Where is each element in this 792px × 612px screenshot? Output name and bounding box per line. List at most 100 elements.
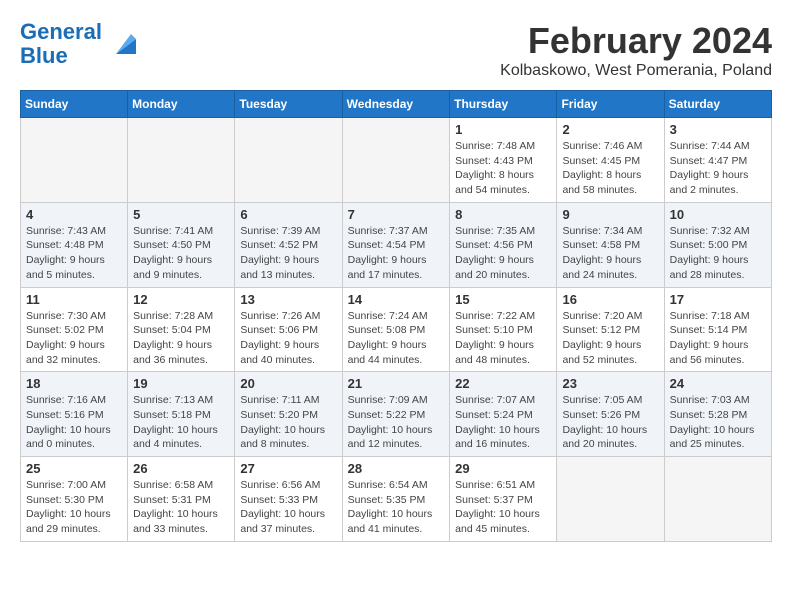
calendar-cell: 15 Sunrise: 7:22 AMSunset: 5:10 PMDayligh… (450, 287, 557, 372)
day-info: Sunrise: 7:44 AMSunset: 4:47 PMDaylight:… (670, 139, 766, 198)
day-info: Sunrise: 6:58 AMSunset: 5:31 PMDaylight:… (133, 478, 229, 537)
day-number: 20 (240, 376, 336, 391)
logo-general: General (20, 19, 102, 44)
calendar-cell: 8Sunrise: 7:35 AMSunset: 4:56 PMDaylight… (450, 202, 557, 287)
logo: General Blue (20, 20, 136, 68)
day-number: 25 (26, 461, 122, 476)
day-info: Sunrise: 7:07 AMSunset: 5:24 PMDaylight:… (455, 393, 551, 452)
column-header-monday: Monday (128, 91, 235, 118)
calendar-cell: 26Sunrise: 6:58 AMSunset: 5:31 PMDayligh… (128, 457, 235, 542)
calendar-week-row: 25 Sunrise: 7:00 AMSunset: 5:30 PMDayligh… (21, 457, 772, 542)
day-number: 12 (133, 292, 229, 307)
day-info: Sunrise: 7:30 AMSunset: 5:02 PMDaylight:… (26, 309, 122, 368)
day-number: 4 (26, 207, 122, 222)
calendar-cell: 16 Sunrise: 7:20 AMSunset: 5:12 PMDayligh… (557, 287, 664, 372)
day-number: 28 (348, 461, 445, 476)
logo-text: General Blue (20, 20, 102, 68)
main-title: February 2024 (500, 20, 772, 62)
day-info: Sunrise: 7:32 AMSunset: 5:00 PMDaylight:… (670, 224, 766, 283)
column-header-saturday: Saturday (664, 91, 771, 118)
calendar-cell: 7 Sunrise: 7:37 AMSunset: 4:54 PMDaylight… (342, 202, 450, 287)
day-number: 1 (455, 122, 551, 137)
day-number: 24 (670, 376, 766, 391)
day-info: Sunrise: 7:09 AMSunset: 5:22 PMDaylight:… (348, 393, 445, 452)
day-info: Sunrise: 7:11 AMSunset: 5:20 PMDaylight:… (240, 393, 336, 452)
calendar-header-row: SundayMondayTuesdayWednesdayThursdayFrid… (21, 91, 772, 118)
day-info: Sunrise: 7:35 AMSunset: 4:56 PMDaylight:… (455, 224, 551, 283)
day-info: Sunrise: 7:20 AMSunset: 5:12 PMDaylight:… (562, 309, 658, 368)
day-number: 9 (562, 207, 658, 222)
calendar-week-row: 1 Sunrise: 7:48 AMSunset: 4:43 PMDaylight… (21, 118, 772, 203)
day-number: 14 (348, 292, 445, 307)
column-header-sunday: Sunday (21, 91, 128, 118)
day-number: 6 (240, 207, 336, 222)
day-info: Sunrise: 6:51 AMSunset: 5:37 PMDaylight:… (455, 478, 551, 537)
day-info: Sunrise: 7:39 AMSunset: 4:52 PMDaylight:… (240, 224, 336, 283)
subtitle: Kolbaskowo, West Pomerania, Poland (500, 62, 772, 80)
day-number: 5 (133, 207, 229, 222)
day-number: 2 (562, 122, 658, 137)
header: General Blue February 2024 Kolbaskowo, W… (20, 20, 772, 80)
calendar-cell: 25 Sunrise: 7:00 AMSunset: 5:30 PMDayligh… (21, 457, 128, 542)
day-info: Sunrise: 7:48 AMSunset: 4:43 PMDaylight:… (455, 139, 551, 198)
column-header-wednesday: Wednesday (342, 91, 450, 118)
calendar-cell: 22 Sunrise: 7:07 AMSunset: 5:24 PMDayligh… (450, 372, 557, 457)
day-number: 3 (670, 122, 766, 137)
day-number: 21 (348, 376, 445, 391)
calendar-cell: 11 Sunrise: 7:30 AMSunset: 5:02 PMDayligh… (21, 287, 128, 372)
calendar-cell: 29 Sunrise: 6:51 AMSunset: 5:37 PMDayligh… (450, 457, 557, 542)
day-number: 22 (455, 376, 551, 391)
calendar-cell (557, 457, 664, 542)
day-info: Sunrise: 7:05 AMSunset: 5:26 PMDaylight:… (562, 393, 658, 452)
calendar-cell (235, 118, 342, 203)
day-number: 16 (562, 292, 658, 307)
day-number: 27 (240, 461, 336, 476)
day-info: Sunrise: 7:41 AMSunset: 4:50 PMDaylight:… (133, 224, 229, 283)
calendar-cell (128, 118, 235, 203)
calendar-week-row: 18 Sunrise: 7:16 AMSunset: 5:16 PMDayligh… (21, 372, 772, 457)
calendar-cell: 23Sunrise: 7:05 AMSunset: 5:26 PMDayligh… (557, 372, 664, 457)
day-number: 7 (348, 207, 445, 222)
calendar-table: SundayMondayTuesdayWednesdayThursdayFrid… (20, 90, 772, 542)
calendar-cell: 21 Sunrise: 7:09 AMSunset: 5:22 PMDayligh… (342, 372, 450, 457)
logo-icon (106, 29, 136, 59)
day-number: 17 (670, 292, 766, 307)
day-number: 15 (455, 292, 551, 307)
day-number: 18 (26, 376, 122, 391)
calendar-cell (21, 118, 128, 203)
day-info: Sunrise: 7:13 AMSunset: 5:18 PMDaylight:… (133, 393, 229, 452)
calendar-cell (342, 118, 450, 203)
calendar-cell: 28 Sunrise: 6:54 AMSunset: 5:35 PMDayligh… (342, 457, 450, 542)
day-number: 29 (455, 461, 551, 476)
calendar-cell: 3 Sunrise: 7:44 AMSunset: 4:47 PMDaylight… (664, 118, 771, 203)
day-info: Sunrise: 7:22 AMSunset: 5:10 PMDaylight:… (455, 309, 551, 368)
calendar-week-row: 4 Sunrise: 7:43 AMSunset: 4:48 PMDaylight… (21, 202, 772, 287)
column-header-thursday: Thursday (450, 91, 557, 118)
calendar-cell: 9 Sunrise: 7:34 AMSunset: 4:58 PMDaylight… (557, 202, 664, 287)
day-info: Sunrise: 6:54 AMSunset: 5:35 PMDaylight:… (348, 478, 445, 537)
calendar-cell: 6 Sunrise: 7:39 AMSunset: 4:52 PMDaylight… (235, 202, 342, 287)
day-info: Sunrise: 7:46 AMSunset: 4:45 PMDaylight:… (562, 139, 658, 198)
column-header-tuesday: Tuesday (235, 91, 342, 118)
day-info: Sunrise: 7:00 AMSunset: 5:30 PMDaylight:… (26, 478, 122, 537)
day-info: Sunrise: 7:34 AMSunset: 4:58 PMDaylight:… (562, 224, 658, 283)
day-info: Sunrise: 7:26 AMSunset: 5:06 PMDaylight:… (240, 309, 336, 368)
calendar-cell: 1 Sunrise: 7:48 AMSunset: 4:43 PMDaylight… (450, 118, 557, 203)
day-number: 11 (26, 292, 122, 307)
calendar-cell: 24 Sunrise: 7:03 AMSunset: 5:28 PMDayligh… (664, 372, 771, 457)
calendar-cell (664, 457, 771, 542)
calendar-cell: 19Sunrise: 7:13 AMSunset: 5:18 PMDayligh… (128, 372, 235, 457)
calendar-week-row: 11 Sunrise: 7:30 AMSunset: 5:02 PMDayligh… (21, 287, 772, 372)
day-info: Sunrise: 7:03 AMSunset: 5:28 PMDaylight:… (670, 393, 766, 452)
calendar-cell: 12 Sunrise: 7:28 AMSunset: 5:04 PMDayligh… (128, 287, 235, 372)
day-info: Sunrise: 7:37 AMSunset: 4:54 PMDaylight:… (348, 224, 445, 283)
calendar-cell: 20 Sunrise: 7:11 AMSunset: 5:20 PMDayligh… (235, 372, 342, 457)
calendar-cell: 4 Sunrise: 7:43 AMSunset: 4:48 PMDaylight… (21, 202, 128, 287)
day-info: Sunrise: 7:16 AMSunset: 5:16 PMDaylight:… (26, 393, 122, 452)
day-info: Sunrise: 7:24 AMSunset: 5:08 PMDaylight:… (348, 309, 445, 368)
calendar-cell: 17 Sunrise: 7:18 AMSunset: 5:14 PMDayligh… (664, 287, 771, 372)
day-info: Sunrise: 7:18 AMSunset: 5:14 PMDaylight:… (670, 309, 766, 368)
day-info: Sunrise: 7:43 AMSunset: 4:48 PMDaylight:… (26, 224, 122, 283)
calendar-cell: 18 Sunrise: 7:16 AMSunset: 5:16 PMDayligh… (21, 372, 128, 457)
day-info: Sunrise: 7:28 AMSunset: 5:04 PMDaylight:… (133, 309, 229, 368)
